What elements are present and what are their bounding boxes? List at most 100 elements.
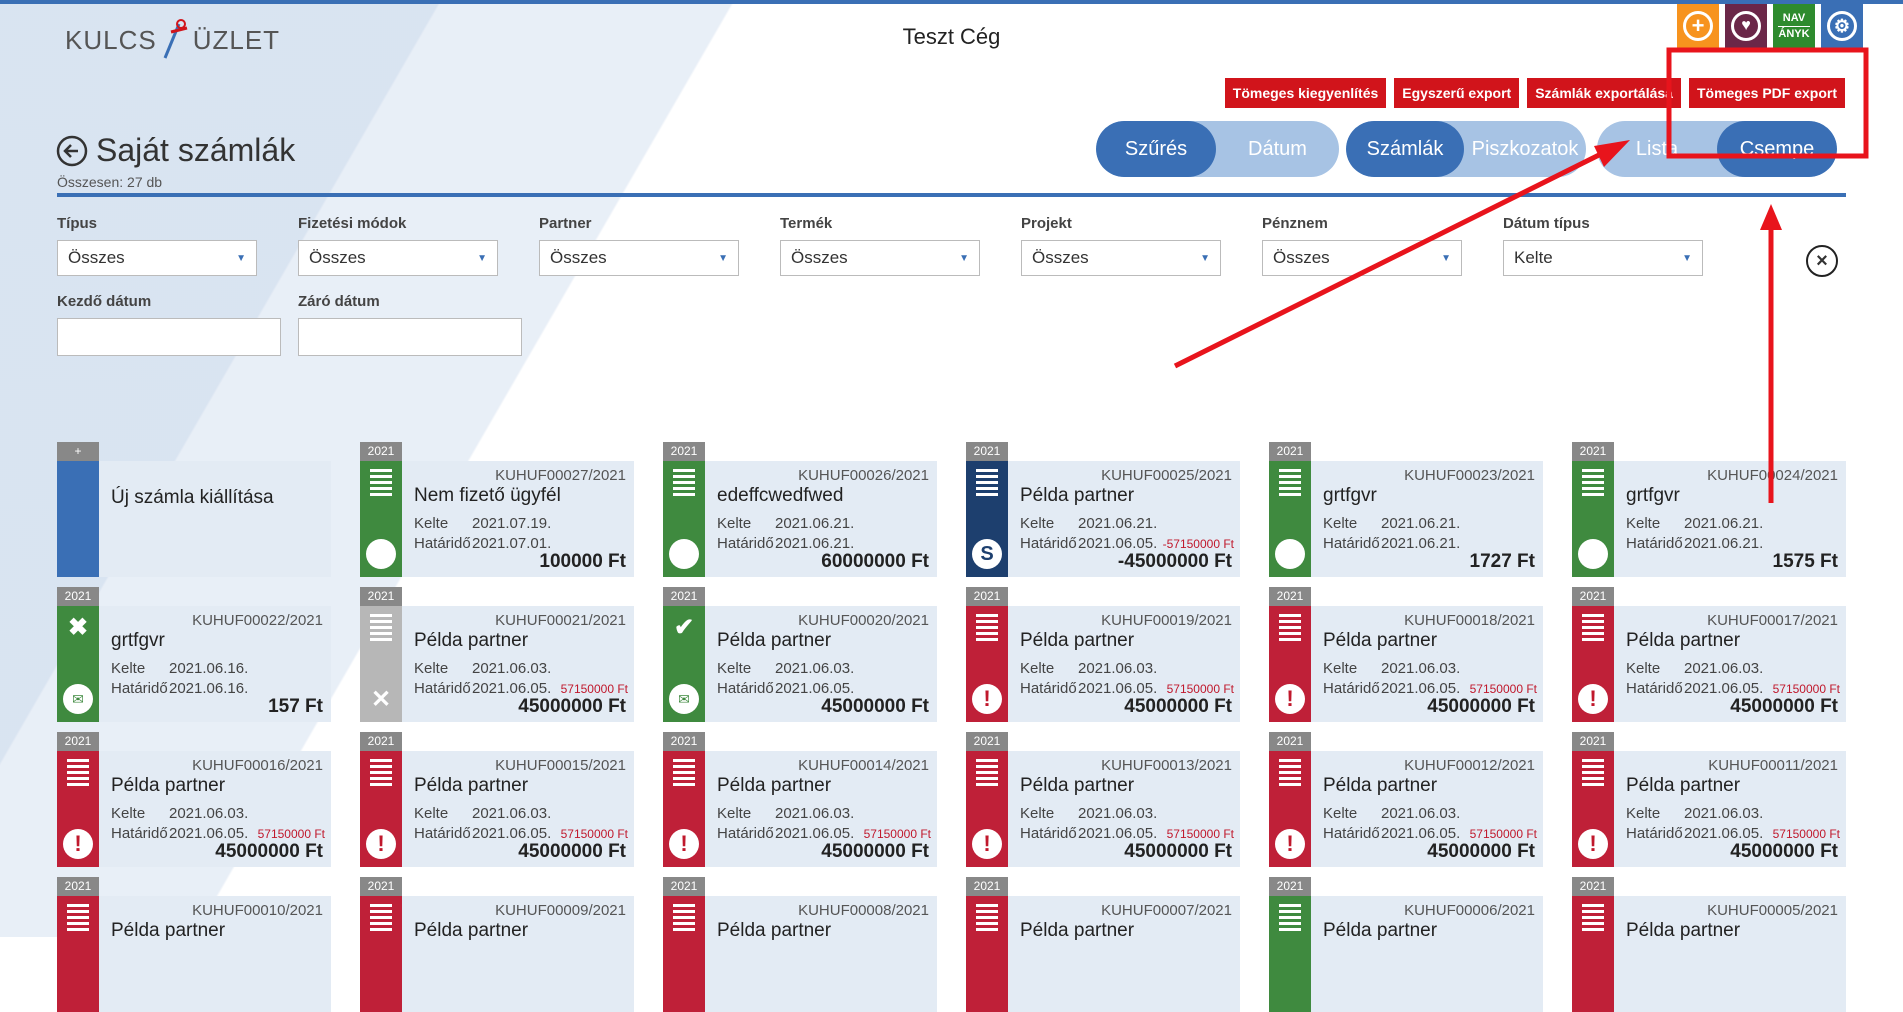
- payment-select[interactable]: Összes ▼: [298, 240, 498, 276]
- bulk-pdf-export-button[interactable]: Tömeges PDF export: [1688, 78, 1845, 108]
- simple-export-button[interactable]: Egyszerű export: [1394, 78, 1520, 108]
- list-line: [370, 620, 392, 623]
- list-line: [976, 469, 998, 472]
- partner-name: Példa partner: [1020, 485, 1135, 506]
- end-date-input[interactable]: [298, 318, 522, 356]
- filter-partner-label: Partner: [539, 215, 592, 232]
- list-line: [1279, 493, 1301, 496]
- settings-button[interactable]: ⚙: [1821, 4, 1863, 48]
- invoice-card[interactable]: 2021! KUHUF00018/2021 Példa partner Kelte 20…: [1269, 587, 1543, 722]
- card-body: KUHUF00026/2021 edeffcwedfwed Kelte 2021.06…: [663, 461, 937, 577]
- card-body: KUHUF00008/2021 Példa partner: [663, 896, 937, 1012]
- filter-product: Termék Összes ▼: [780, 215, 980, 276]
- filter-toggle-option[interactable]: Szűrés: [1096, 121, 1216, 177]
- list-icon: [976, 614, 998, 641]
- partner-name: Példa partner: [414, 630, 529, 651]
- invoice-card[interactable]: 2021 ✕ KUHUF00021/2021 Példa partner Kelte 20…: [360, 587, 634, 722]
- invoice-number: KUHUF00008/2021: [798, 902, 929, 919]
- list-toggle-option[interactable]: Lista: [1597, 121, 1717, 177]
- list-line: [1582, 469, 1604, 472]
- filter-payment-label: Fizetési módok: [298, 215, 407, 232]
- card-status-strip: !: [966, 606, 1008, 722]
- card-body: KUHUF00009/2021 Példa partner: [360, 896, 634, 1012]
- add-button[interactable]: +: [1677, 4, 1719, 48]
- tile-toggle-option[interactable]: Csempe: [1717, 121, 1837, 177]
- list-line: [67, 783, 89, 786]
- list-icon: [370, 759, 392, 786]
- card-status-strip: [966, 896, 1008, 1012]
- list-line: [1279, 614, 1301, 617]
- invoice-amount: 45000000 Ft: [1730, 696, 1838, 717]
- invoice-card[interactable]: 2021 KUHUF00007/2021 Példa partner: [966, 877, 1240, 1012]
- invoice-card[interactable]: 2021 KUHUF00010/2021 Példa partner: [57, 877, 331, 1012]
- invoice-card[interactable]: 2021! KUHUF00013/2021 Példa partner Kelte 20…: [966, 732, 1240, 867]
- list-line: [1279, 469, 1301, 472]
- due-label: Határidő: [1020, 535, 1077, 552]
- invoice-card[interactable]: 2021! KUHUF00015/2021 Példa partner Kelte 20…: [360, 732, 634, 867]
- invoices-drafts-toggle[interactable]: Számlák Piszkozatok: [1346, 121, 1586, 177]
- clear-filters-button[interactable]: ×: [1806, 245, 1838, 277]
- card-body: ✔ ✉ KUHUF00020/2021 Példa partner Kelte 2021.…: [663, 606, 937, 722]
- invoice-card[interactable]: 2021! KUHUF00016/2021 Példa partner Kelte 20…: [57, 732, 331, 867]
- new-invoice-card[interactable]: + Új számla kiállítása: [57, 442, 331, 577]
- invoice-card[interactable]: 2021 KUHUF00027/2021 Nem fizető ügyfél Kelt…: [360, 442, 634, 577]
- type-select[interactable]: Összes ▼: [57, 240, 257, 276]
- invoice-card[interactable]: 2021 KUHUF00023/2021 grtfgvr Kelte 2021.06.2…: [1269, 442, 1543, 577]
- invoice-card[interactable]: 2021 KUHUF00008/2021 Példa partner: [663, 877, 937, 1012]
- list-line: [1582, 487, 1604, 490]
- issued-row: Kelte 2021.06.03.: [1323, 660, 1460, 677]
- invoice-card[interactable]: 2021 KUHUF00024/2021 grtfgvr Kelte 2021.06.2…: [1572, 442, 1846, 577]
- card-body: ! KUHUF00019/2021 Példa partner Kelte 2021.0…: [966, 606, 1240, 722]
- due-label: Határidő: [1626, 535, 1683, 552]
- issued-date: 2021.06.03.: [169, 805, 249, 822]
- invoice-card[interactable]: 2021 KUHUF00026/2021 edeffcwedfwed Kelte 202…: [663, 442, 937, 577]
- list-line: [67, 771, 89, 774]
- card-status-strip: !: [663, 751, 705, 867]
- status-dot-icon: [1275, 539, 1305, 569]
- date-type-select[interactable]: Kelte ▼: [1503, 240, 1703, 276]
- issued-date: 2021.06.03.: [1684, 805, 1764, 822]
- invoice-card[interactable]: 2021! KUHUF00019/2021 Példa partner Kelte 20…: [966, 587, 1240, 722]
- card-body: Új számla kiállítása: [57, 461, 331, 577]
- invoice-card[interactable]: 2021! KUHUF00012/2021 Példa partner Kelte 20…: [1269, 732, 1543, 867]
- partner-select[interactable]: Összes ▼: [539, 240, 739, 276]
- back-arrow-icon[interactable]: [56, 135, 88, 167]
- partner-name: Példa partner: [1626, 775, 1741, 796]
- bulk-settle-button[interactable]: Tömeges kiegyenlítés: [1224, 78, 1387, 108]
- favorites-button[interactable]: ♥: [1725, 4, 1767, 48]
- invoice-number: KUHUF00024/2021: [1707, 467, 1838, 484]
- invoice-card[interactable]: 2021 KUHUF00006/2021 Példa partner: [1269, 877, 1543, 1012]
- list-line: [976, 928, 998, 931]
- list-icon: [673, 759, 695, 786]
- issued-date: 2021.06.03.: [1381, 805, 1461, 822]
- card-year-badge: +: [57, 442, 99, 461]
- start-date-input[interactable]: [57, 318, 281, 356]
- invoice-card[interactable]: 2021! KUHUF00017/2021 Példa partner Kelte 20…: [1572, 587, 1846, 722]
- filter-date-toggle[interactable]: Szűrés Dátum: [1096, 121, 1339, 177]
- card-year-badge: 2021: [360, 877, 402, 896]
- list-line: [67, 759, 89, 762]
- list-tile-toggle[interactable]: Lista Csempe: [1597, 121, 1837, 177]
- invoice-amount: 45000000 Ft: [1124, 841, 1232, 862]
- invoice-card[interactable]: 2021 KUHUF00009/2021 Példa partner: [360, 877, 634, 1012]
- nav-anyk-button[interactable]: NAV ÁNYK: [1773, 4, 1815, 48]
- list-line: [1582, 632, 1604, 635]
- currency-select[interactable]: Összes ▼: [1262, 240, 1462, 276]
- invoice-card[interactable]: 2021 ✔ ✉ KUHUF00020/2021 Példa partner Kelte 2…: [663, 587, 937, 722]
- list-icon: [370, 469, 392, 496]
- product-select[interactable]: Összes ▼: [780, 240, 980, 276]
- project-select[interactable]: Összes ▼: [1021, 240, 1221, 276]
- partner-name: grtfgvr: [111, 630, 165, 651]
- issued-label: Kelte: [1323, 805, 1358, 822]
- issued-row: Kelte 2021.06.16.: [111, 660, 248, 677]
- invoice-card[interactable]: 2021 ✖ ✉ KUHUF00022/2021 grtfgvr Kelte 2021.06…: [57, 587, 331, 722]
- invoice-card[interactable]: 2021! KUHUF00014/2021 Példa partner Kelte 20…: [663, 732, 937, 867]
- invoice-export-button[interactable]: Számlák exportálása: [1527, 78, 1681, 108]
- invoice-card[interactable]: 2021 S KUHUF00025/2021 Példa partner Kelte 20…: [966, 442, 1240, 577]
- invoice-card[interactable]: 2021! KUHUF00011/2021 Példa partner Kelte 20…: [1572, 732, 1846, 867]
- new-invoice-label: Új számla kiállítása: [111, 487, 274, 508]
- date-toggle-option[interactable]: Dátum: [1216, 121, 1339, 177]
- invoice-card[interactable]: 2021 KUHUF00005/2021 Példa partner: [1572, 877, 1846, 1012]
- drafts-toggle-option[interactable]: Piszkozatok: [1464, 121, 1586, 177]
- invoices-toggle-option[interactable]: Számlák: [1346, 121, 1464, 177]
